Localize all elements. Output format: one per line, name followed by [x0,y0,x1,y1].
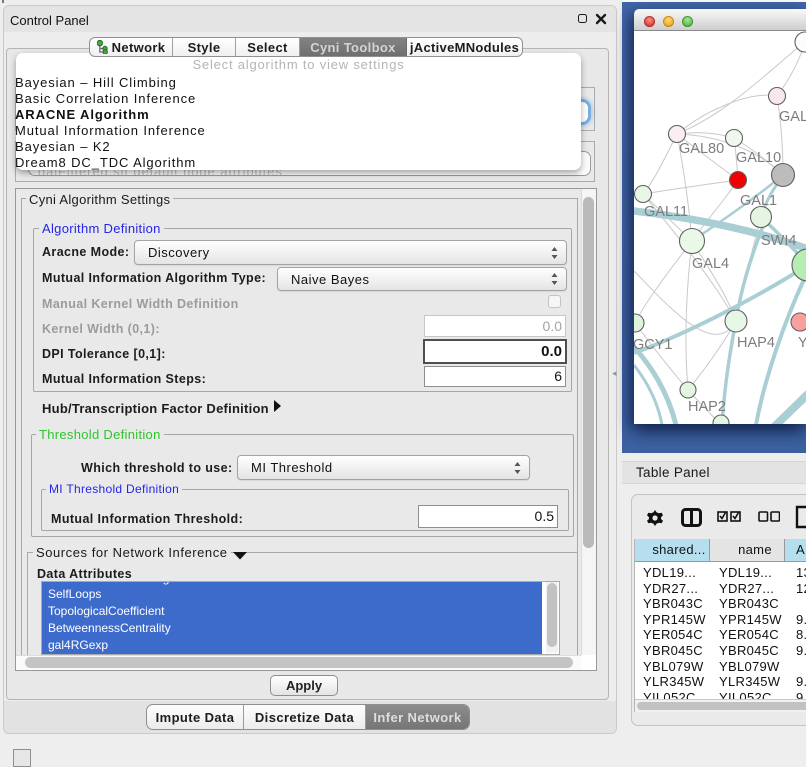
svg-text:GAL80: GAL80 [679,141,724,157]
svg-text:GCY1: GCY1 [634,337,673,353]
svg-text:GAL4: GAL4 [692,256,729,272]
svg-text:GAL: GAL [779,109,806,125]
svg-text:HAP2: HAP2 [688,399,726,415]
svg-text:Y: Y [798,335,806,351]
svg-text:GAL1: GAL1 [740,193,777,209]
svg-text:HAP4: HAP4 [737,335,775,351]
svg-text:SWI4: SWI4 [761,233,796,249]
svg-text:GAL11: GAL11 [644,204,688,220]
svg-text:GAL10: GAL10 [736,150,781,166]
